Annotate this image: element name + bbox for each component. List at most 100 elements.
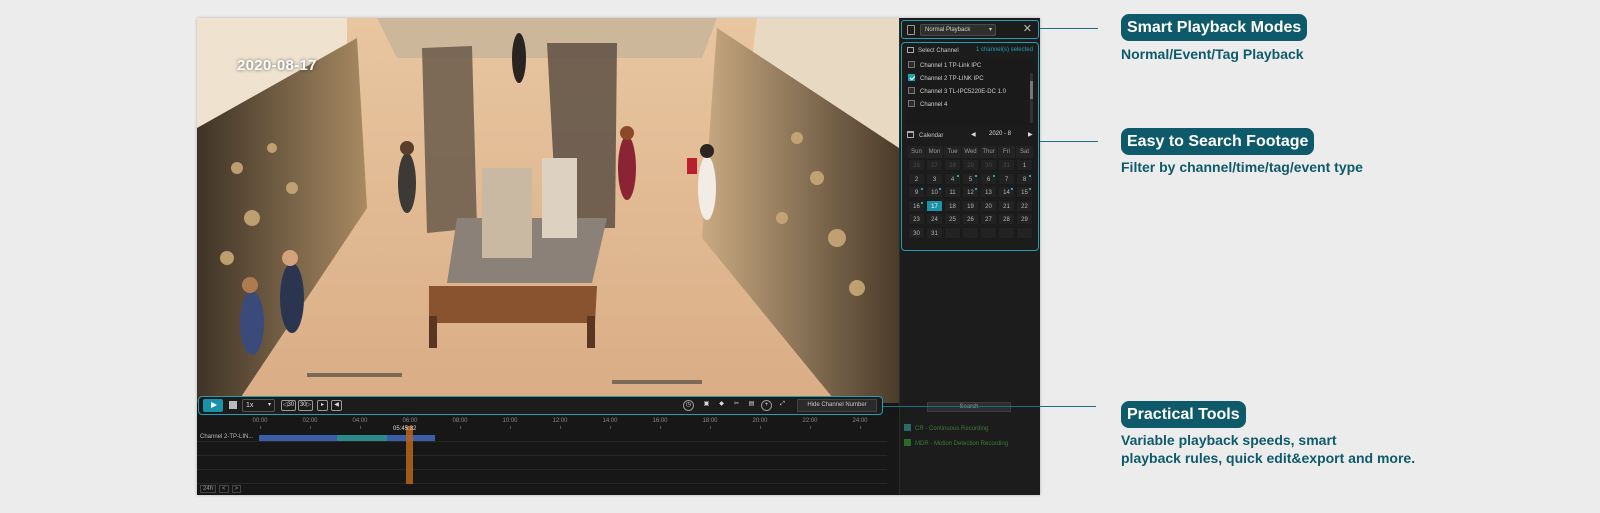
callout-title: Easy to Search Footage <box>1121 128 1315 155</box>
checkbox-checked[interactable] <box>908 74 915 81</box>
timeline-row <box>197 444 887 456</box>
timeline-tick-label: 16:00 <box>652 418 668 424</box>
callout-title: Practical Tools <box>1121 401 1246 428</box>
rewind-30-button[interactable]: ◁30 <box>281 400 296 411</box>
zoom-icon[interactable]: + <box>761 400 772 411</box>
calendar-day[interactable]: 9 <box>908 186 925 198</box>
calendar-day[interactable]: 23 <box>908 213 925 225</box>
channel-list-scrollbar[interactable] <box>1030 73 1033 123</box>
frame-step-icon[interactable]: ▸ <box>317 400 328 411</box>
calendar-day[interactable]: 28 <box>944 159 961 171</box>
callout-subtitle: Filter by channel/time/tag/event type <box>1121 159 1363 175</box>
timeline-tick <box>660 426 661 429</box>
close-icon[interactable]: ✕ <box>1023 23 1032 36</box>
calendar-day[interactable]: 13 <box>980 186 997 198</box>
calendar-day[interactable]: 11 <box>944 186 961 198</box>
calendar-day[interactable]: 4 <box>944 172 961 185</box>
calendar-day[interactable]: 27 <box>926 159 943 171</box>
timeline-panel[interactable]: 00:00 02:00 04:00 06:00 08:00 10:00 12:00 14:00… <box>197 416 899 495</box>
stop-button[interactable] <box>229 401 237 409</box>
calendar-day[interactable]: 1 <box>1016 159 1033 171</box>
speed-select[interactable]: 1x ▾ <box>242 399 275 412</box>
calendar-day[interactable]: 28 <box>998 213 1015 225</box>
timeline-prev-button[interactable]: < <box>219 485 229 493</box>
calendar-day[interactable]: 12 <box>962 186 979 198</box>
timeline-next-button[interactable]: > <box>231 485 242 493</box>
calendar-day-selected[interactable]: 17 <box>926 199 943 212</box>
calendar-day[interactable]: 22 <box>1016 199 1033 212</box>
calendar-prev-button[interactable]: ◀ <box>971 131 976 138</box>
timeline-tick-label: 06:00 <box>402 418 418 424</box>
timeline-zoom-select[interactable]: 24h <box>200 485 217 493</box>
play-button[interactable] <box>203 399 223 412</box>
calendar-day[interactable]: 7 <box>998 172 1015 185</box>
playback-mode-icon <box>907 25 915 35</box>
recording-segment[interactable] <box>337 435 387 441</box>
calendar-day[interactable]: 26 <box>962 213 979 225</box>
calendar-day[interactable]: 5 <box>962 172 979 185</box>
calendar-day[interactable]: 6 <box>980 172 997 185</box>
timeline-cursor[interactable] <box>406 426 413 484</box>
timeline-tick-label: 10:00 <box>502 418 518 424</box>
lock-icon[interactable]: ▣ <box>701 400 712 411</box>
calendar-day[interactable]: 3 <box>926 172 943 185</box>
calendar-day[interactable]: 30 <box>980 159 997 171</box>
checkbox[interactable] <box>908 87 915 94</box>
calendar-day[interactable]: 27 <box>980 213 997 225</box>
channel-item[interactable]: Channel 1 TP-Link IPC <box>908 61 981 73</box>
calendar-day[interactable]: 18 <box>944 199 961 212</box>
calendar-day[interactable]: 16 <box>908 199 925 212</box>
fullscreen-icon[interactable]: ⤢ <box>777 400 788 411</box>
scissors-icon[interactable]: ✂ <box>731 400 742 411</box>
calendar-day <box>944 226 961 239</box>
calendar-next-button[interactable]: ▶ <box>1028 131 1033 138</box>
video-playback-view[interactable]: 2020-08-17 <box>197 18 899 403</box>
tag-icon[interactable]: ◆ <box>716 400 727 411</box>
calendar-day[interactable]: 25 <box>944 213 961 225</box>
forward-30-label: 30▷ <box>299 402 312 408</box>
playback-app-window: 2020-08-17 Normal Playback ▾ ✕ Select Ch… <box>197 18 1040 495</box>
calendar-day[interactable]: 2 <box>908 172 925 185</box>
volume-icon[interactable]: ◀ <box>331 400 342 411</box>
channel-label: Channel 4 <box>920 102 948 108</box>
playback-mode-value: Normal Playback <box>925 27 971 33</box>
calendar-day[interactable]: 21 <box>998 199 1015 212</box>
legend-checkbox[interactable] <box>904 424 911 431</box>
timeline-tick-label: 22:00 <box>802 418 818 424</box>
calendar-day[interactable]: 10 <box>926 186 943 198</box>
museum-camera-frame <box>197 18 899 403</box>
channel-item[interactable]: Channel 4 <box>908 100 947 112</box>
legend-continuous-recording[interactable]: CR - Continuous Recording <box>904 424 988 434</box>
forward-30-button[interactable]: 30▷ <box>298 400 313 411</box>
calendar-day[interactable]: 29 <box>962 159 979 171</box>
timeline-footer: 24h < > <box>200 485 244 493</box>
hide-channel-number-button[interactable]: Hide Channel Number <box>797 399 877 412</box>
checkbox[interactable] <box>908 100 915 107</box>
calendar-day[interactable]: 31 <box>998 159 1015 171</box>
search-button[interactable]: Search <box>927 402 1011 412</box>
callout-title: Smart Playback Modes <box>1121 14 1308 41</box>
calendar-day[interactable]: 8 <box>1016 172 1033 185</box>
calendar-day[interactable]: 31 <box>926 226 943 239</box>
channel-item[interactable]: Channel 3 TL-IPC5220E-DC 1.0 <box>908 87 1006 99</box>
clock-icon[interactable]: ◷ <box>683 400 694 411</box>
channel-label: Channel 2 TP-LINK IPC <box>920 76 984 82</box>
select-channel-header: Select Channel 1 channel(s) selected <box>907 47 1033 57</box>
calendar-day[interactable]: 24 <box>926 213 943 225</box>
calendar-day[interactable]: 29 <box>1016 213 1033 225</box>
calendar-day[interactable]: 14 <box>998 186 1015 198</box>
timeline-tick-label: 08:00 <box>452 418 468 424</box>
channel-item[interactable]: Channel 2 TP-LINK IPC <box>908 74 984 86</box>
calendar-day[interactable]: 19 <box>962 199 979 212</box>
legend-checkbox[interactable] <box>904 439 911 446</box>
calendar-day[interactable]: 26 <box>908 159 925 171</box>
playback-sidebar: Normal Playback ▾ ✕ Select Channel 1 cha… <box>899 18 1040 495</box>
export-icon[interactable]: ▤ <box>746 400 757 411</box>
legend-motion-detection[interactable]: MDR - Motion Detection Recording <box>904 439 1008 449</box>
calendar-day[interactable]: 20 <box>980 199 997 212</box>
playback-mode-select[interactable]: Normal Playback ▾ <box>920 24 996 36</box>
calendar-day[interactable]: 15 <box>1016 186 1033 198</box>
checkbox[interactable] <box>908 61 915 68</box>
calendar-day[interactable]: 30 <box>908 226 925 239</box>
timeline-tick <box>460 426 461 429</box>
